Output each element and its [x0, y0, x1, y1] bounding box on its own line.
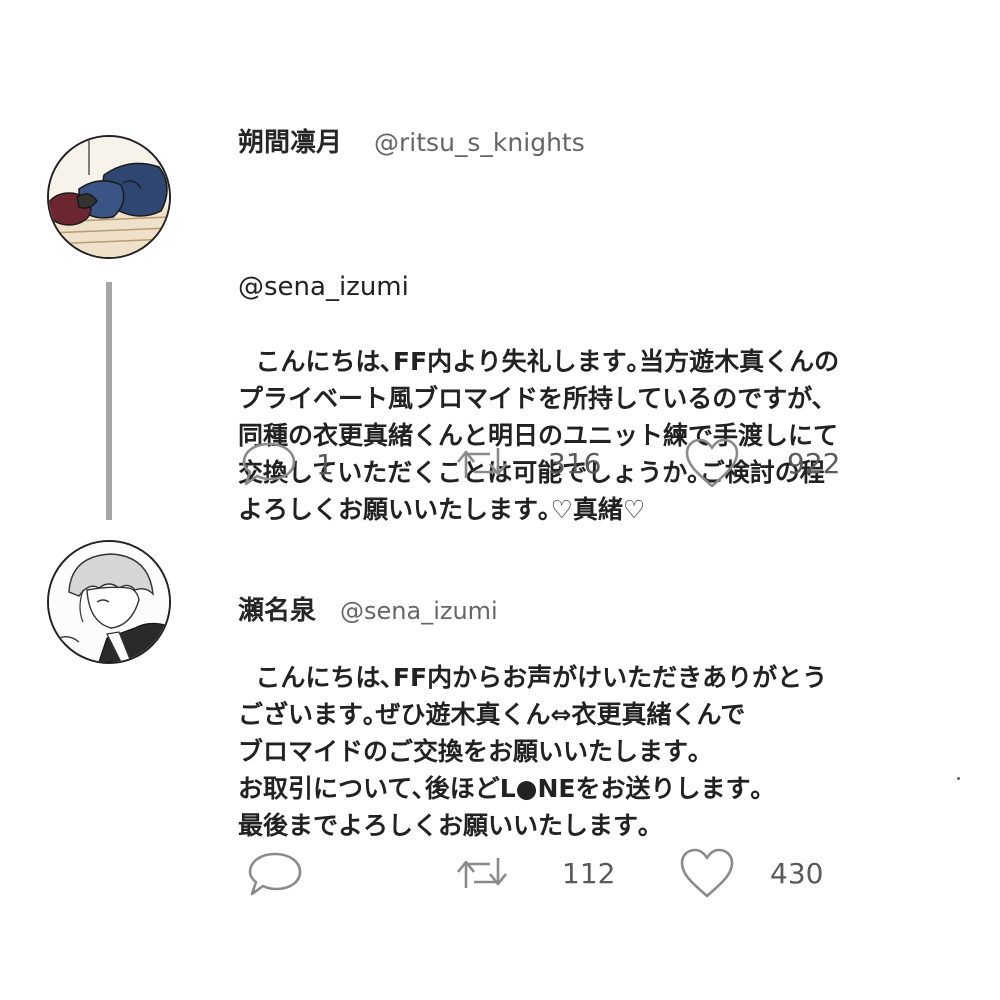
tweet-2-handle[interactable]: @sena_izumi: [340, 597, 498, 625]
heart-outline-icon: [678, 846, 736, 900]
tweet-1-retweet-button[interactable]: 316: [452, 444, 601, 482]
speech-bubble-icon: [246, 848, 304, 900]
tweet-1-header: 朔間凛月 @ritsu_s_knights: [238, 122, 585, 159]
tweet-1-handle[interactable]: @ritsu_s_knights: [374, 128, 585, 157]
tweet-2-like-button[interactable]: 430: [678, 846, 823, 900]
retweet-arrows-icon: [452, 854, 512, 892]
tweet-2-text: こんにちは､FF内からお声がけいただきありがとう ございます｡ぜひ遊木真くん⇔衣…: [238, 663, 828, 840]
tweet-2-retweet-button[interactable]: 112: [452, 854, 615, 892]
stray-dot: [957, 777, 960, 780]
thread-connector-line: [106, 282, 112, 520]
tweet-1-reply-mention[interactable]: @sena_izumi: [238, 269, 839, 306]
tweet-2-reply-button[interactable]: [246, 848, 322, 900]
tweet-1-like-button[interactable]: 922: [683, 436, 840, 490]
tweet-1-display-name[interactable]: 朔間凛月: [238, 122, 342, 159]
tweet-1-retweet-count: 316: [548, 446, 602, 480]
tweet-2-like-count: 430: [770, 856, 824, 890]
avatar-ritsu[interactable]: [47, 135, 171, 259]
heart-outline-icon: [683, 436, 741, 490]
avatar-izumi-illustration: [49, 542, 169, 662]
retweet-arrows-icon: [452, 444, 512, 482]
avatar-ritsu-illustration: [49, 137, 169, 257]
tweet-2-body: こんにちは､FF内からお声がけいただきありがとう ございます｡ぜひ遊木真くん⇔衣…: [238, 622, 827, 844]
tweet-2-retweet-count: 112: [562, 856, 616, 890]
tweet-1-reply-button[interactable]: 1: [240, 438, 334, 490]
tweet-1-like-count: 922: [787, 446, 841, 480]
speech-bubble-icon: [240, 438, 298, 490]
tweet-1-reply-count: 1: [316, 447, 334, 481]
avatar-izumi[interactable]: [47, 540, 171, 664]
